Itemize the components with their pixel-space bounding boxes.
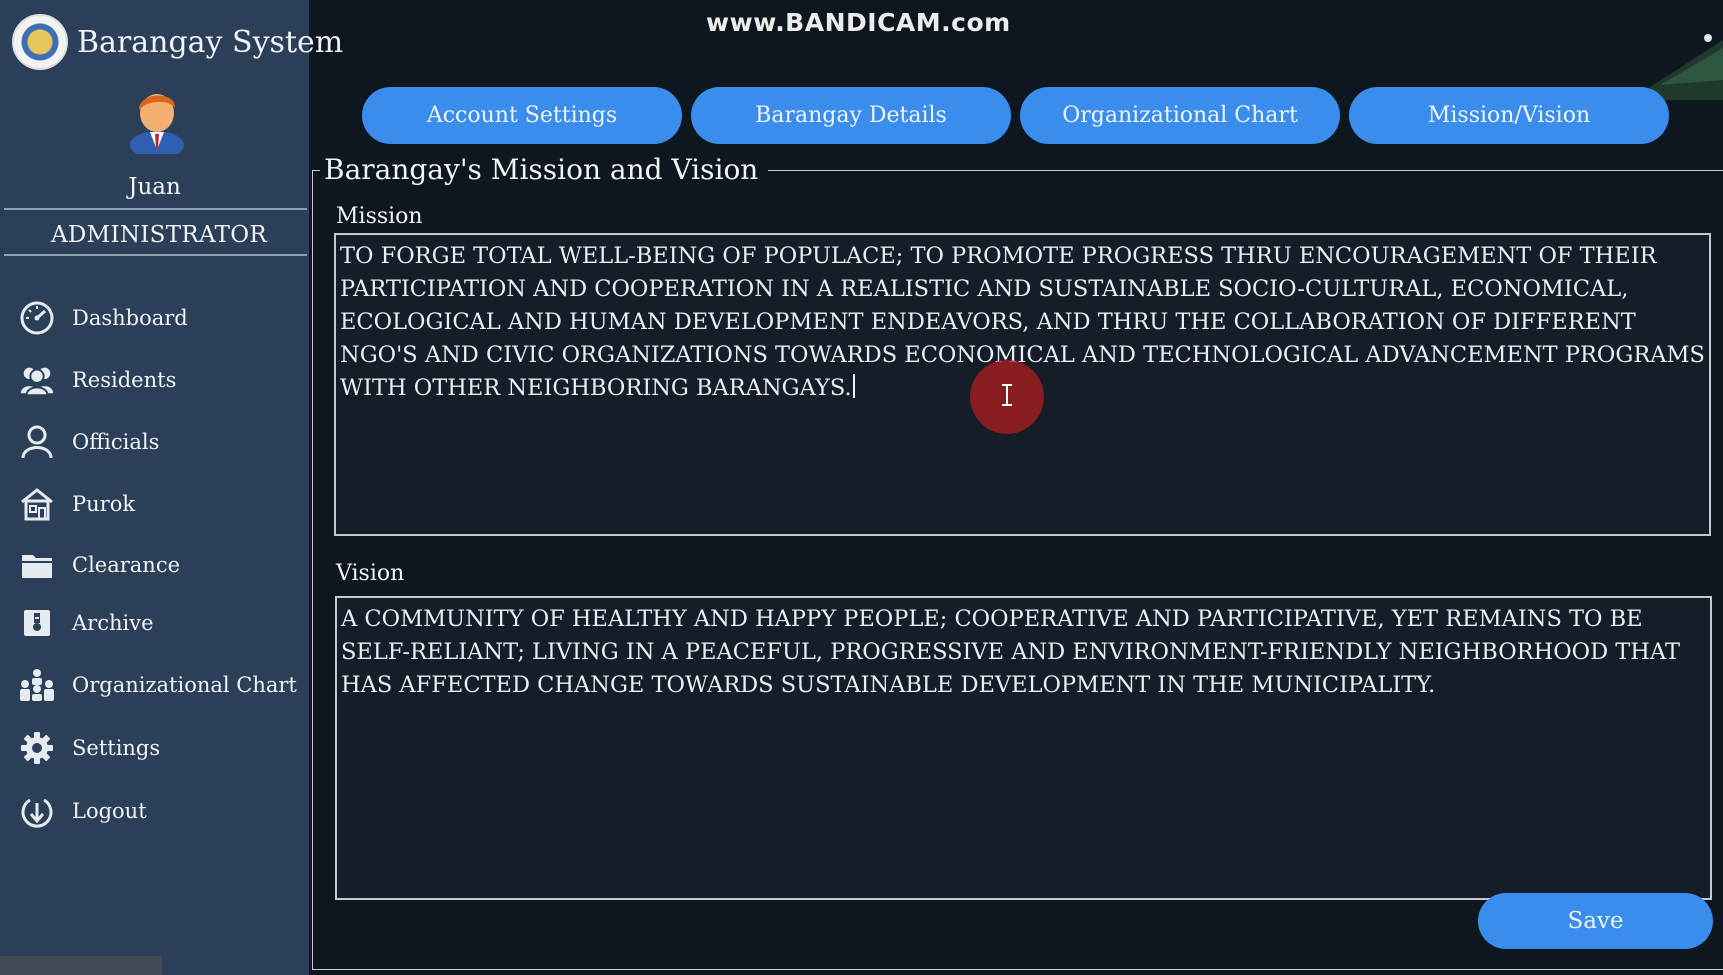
purok-house-icon	[18, 485, 56, 523]
archive-icon	[18, 604, 56, 642]
vision-text: A COMMUNITY OF HEALTHY AND HAPPY PEOPLE;…	[341, 606, 1680, 698]
sidebar-item-logout[interactable]: Logout	[18, 791, 147, 831]
sidebar-item-settings[interactable]: Settings	[18, 728, 160, 768]
tab-organizational-chart[interactable]: Organizational Chart	[1020, 87, 1340, 144]
sidebar-item-purok[interactable]: Purok	[18, 484, 135, 524]
sidebar-item-label: Dashboard	[72, 306, 188, 330]
user-avatar-icon	[130, 94, 184, 154]
sidebar-item-label: Logout	[72, 799, 147, 823]
sidebar-item-label: Purok	[72, 492, 136, 516]
sidebar: Barangay System Juan ADMINISTRATOR Dashb…	[0, 0, 343, 975]
sidebar-item-organizational-chart[interactable]: Organizational Chart	[18, 665, 297, 705]
barangay-seal-logo	[12, 14, 68, 70]
sidebar-item-officials[interactable]: Officials	[18, 422, 159, 462]
logout-icon	[18, 792, 56, 830]
save-button[interactable]: Save	[1478, 893, 1713, 949]
divider	[4, 208, 307, 210]
tab-barangay-details[interactable]: Barangay Details	[691, 87, 1011, 144]
vision-textarea[interactable]: A COMMUNITY OF HEALTHY AND HAPPY PEOPLE;…	[335, 596, 1712, 900]
dashboard-gauge-icon	[18, 299, 56, 337]
user-name: Juan	[128, 174, 181, 200]
official-person-icon	[18, 423, 56, 461]
recording-watermark: www.BANDICAM.com	[706, 8, 1011, 37]
divider	[4, 254, 307, 256]
gear-icon	[18, 729, 56, 767]
mission-label: Mission	[336, 204, 423, 229]
sidebar-item-label: Clearance	[72, 553, 181, 577]
sidebar-item-label: Archive	[72, 611, 154, 635]
tab-mission-vision[interactable]: Mission/Vision	[1349, 87, 1669, 144]
section-title: Barangay's Mission and Vision	[320, 153, 769, 186]
sidebar-item-label: Officials	[72, 430, 160, 454]
taskbar-strip	[0, 956, 162, 975]
folder-icon	[18, 546, 56, 584]
user-role: ADMINISTRATOR	[50, 222, 268, 248]
sidebar-item-label: Organizational Chart	[72, 673, 297, 697]
app-title: Barangay System	[77, 24, 344, 60]
sidebar-item-label: Residents	[72, 368, 177, 392]
sidebar-item-clearance[interactable]: Clearance	[18, 545, 180, 585]
residents-group-icon	[18, 361, 56, 399]
org-chart-icon	[18, 666, 56, 704]
brand: Barangay System	[12, 14, 343, 70]
sidebar-item-archive[interactable]: Archive	[18, 603, 154, 643]
sidebar-item-dashboard[interactable]: Dashboard	[18, 298, 188, 338]
sidebar-item-residents[interactable]: Residents	[18, 360, 176, 400]
text-caret	[852, 374, 855, 398]
sidebar-item-label: Settings	[72, 736, 161, 760]
text-cursor-icon	[1002, 384, 1012, 406]
vision-label: Vision	[336, 561, 405, 586]
tab-account-settings[interactable]: Account Settings	[362, 87, 682, 144]
